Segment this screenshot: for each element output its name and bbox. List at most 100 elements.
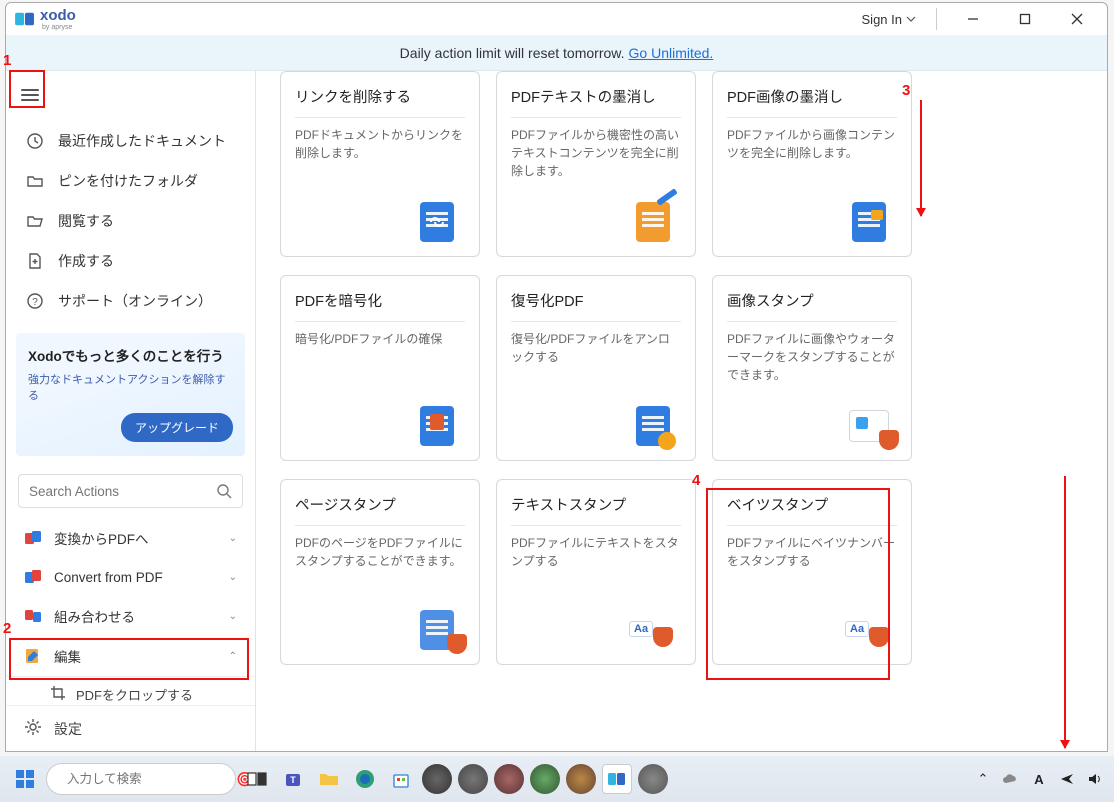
card-remove-links[interactable]: リンクを削除する PDFドキュメントからリンクを削除します。 [280, 71, 480, 257]
start-button[interactable] [10, 764, 40, 794]
store-icon[interactable] [386, 764, 416, 794]
app-name: xodo [40, 7, 76, 24]
promo-panel: Xodoでもっと多くのことを行う 強力なドキュメントアクションを解除する アップ… [16, 333, 245, 456]
taskbar-app-5[interactable] [566, 764, 596, 794]
text-stamp-icon: Aa [623, 606, 683, 654]
chevron-down-icon: ⌄ [229, 611, 237, 622]
category-label: 変換からPDFへ [54, 528, 149, 548]
card-desc: 暗号化/PDFファイルの確保 [295, 330, 465, 348]
card-desc: PDFのページをPDFファイルにスタンプすることができます。 [295, 534, 465, 570]
combine-icon [24, 607, 42, 625]
card-redact-text[interactable]: PDFテキストの墨消し PDFファイルから機密性の高いテキストコンテンツを完全に… [496, 71, 696, 257]
sign-in-button[interactable]: Sign In [856, 8, 922, 31]
category-label: 組み合わせる [54, 606, 135, 626]
convert-from-icon [24, 568, 42, 586]
card-redact-image[interactable]: PDF画像の墨消し PDFファイルから画像コンテンツを完全に削除します。 [712, 71, 912, 257]
system-tray[interactable]: ⌃ A [972, 756, 1106, 802]
category-convert-to-pdf[interactable]: 変換からPDFへ ⌄ [6, 518, 255, 558]
airplane-mode-icon[interactable] [1056, 768, 1078, 790]
svg-text:?: ? [32, 297, 38, 308]
card-page-stamp[interactable]: ページスタンプ PDFのページをPDFファイルにスタンプすることができます。 [280, 479, 480, 665]
taskbar-app-3[interactable] [494, 764, 524, 794]
ime-icon[interactable]: A [1028, 768, 1050, 790]
chevron-down-icon: ⌄ [229, 572, 237, 583]
xodo-taskbar-icon[interactable] [602, 764, 632, 794]
search-actions-box[interactable] [18, 474, 243, 508]
card-encrypt-pdf[interactable]: PDFを暗号化 暗号化/PDFファイルの確保 [280, 275, 480, 461]
category-convert-from-pdf[interactable]: Convert from PDF ⌄ [6, 558, 255, 596]
annotation-arrow-right [1064, 476, 1066, 748]
card-image-stamp[interactable]: 画像スタンプ PDFファイルに画像やウォーターマークをスタンプすることができます… [712, 275, 912, 461]
card-desc: PDFファイルから機密性の高いテキストコンテンツを完全に削除します。 [511, 126, 681, 180]
redact-image-icon [839, 198, 899, 246]
nav-label: 作成する [58, 251, 114, 271]
nav-label: 最近作成したドキュメント [58, 131, 226, 151]
close-button[interactable] [1055, 5, 1099, 33]
search-icon [216, 483, 232, 499]
convert-to-icon [24, 529, 42, 547]
taskbar-app-4[interactable] [530, 764, 560, 794]
sub-item-crop-pdf[interactable]: PDFをクロップする [6, 676, 255, 705]
taskbar-app-2[interactable] [458, 764, 488, 794]
nav-label: 閲覧する [58, 211, 114, 231]
card-grid: リンクを削除する PDFドキュメントからリンクを削除します。 PDFテキストの墨… [280, 71, 1083, 685]
card-decrypt-pdf[interactable]: 復号化PDF 復号化/PDFファイルをアンロックする [496, 275, 696, 461]
taskbar-app-1[interactable] [422, 764, 452, 794]
card-desc: 復号化/PDFファイルをアンロックする [511, 330, 681, 366]
card-title: リンクを削除する [295, 86, 465, 107]
card-desc: PDFファイルから画像コンテンツを完全に削除します。 [727, 126, 897, 162]
maximize-button[interactable] [1003, 5, 1047, 33]
card-title: PDF画像の墨消し [727, 86, 897, 107]
taskbar-search[interactable]: 🎯 [46, 763, 236, 795]
nav-create[interactable]: 作成する [6, 241, 255, 281]
nav-list: 最近作成したドキュメント ピンを付けたフォルダ 閲覧する 作成する ? サポート… [6, 117, 255, 325]
nav-pinned-folders[interactable]: ピンを付けたフォルダ [6, 161, 255, 201]
annotation-label-1: 1 [3, 52, 11, 69]
sub-item-label: PDFをクロップする [76, 685, 193, 704]
banner: Daily action limit will reset tomorrow. … [6, 35, 1107, 71]
main-content[interactable]: リンクを削除する PDFドキュメントからリンクを削除します。 PDFテキストの墨… [256, 71, 1107, 751]
minimize-button[interactable] [951, 5, 995, 33]
chevron-down-icon [906, 16, 916, 22]
teams-icon[interactable]: T [278, 764, 308, 794]
taskbar-app-6[interactable] [638, 764, 668, 794]
nav-settings[interactable]: 設定 [6, 705, 255, 751]
nav-label: ピンを付けたフォルダ [58, 171, 198, 191]
category-label: Convert from PDF [54, 570, 163, 585]
decrypt-icon [623, 402, 683, 450]
file-explorer-icon[interactable] [314, 764, 344, 794]
clock-icon [26, 132, 44, 150]
nav-label: サポート（オンライン） [58, 291, 212, 311]
nav-browse[interactable]: 閲覧する [6, 201, 255, 241]
remove-link-icon [407, 198, 467, 246]
promo-title: Xodoでもっと多くのことを行う [28, 345, 233, 365]
gear-icon [24, 718, 42, 739]
go-unlimited-link[interactable]: Go Unlimited. [629, 45, 714, 61]
card-title: PDFテキストの墨消し [511, 86, 681, 107]
edge-icon[interactable] [350, 764, 380, 794]
category-combine[interactable]: 組み合わせる ⌄ [6, 596, 255, 636]
svg-text:T: T [290, 775, 296, 785]
sign-in-label: Sign In [862, 12, 902, 27]
card-title: 画像スタンプ [727, 290, 897, 311]
upgrade-button[interactable]: アップグレード [121, 413, 233, 442]
taskbar-search-input[interactable] [67, 772, 228, 786]
nav-support[interactable]: ? サポート（オンライン） [6, 281, 255, 321]
search-input[interactable] [29, 484, 216, 499]
chevron-down-icon: ⌄ [229, 533, 237, 544]
tray-chevron-icon[interactable]: ⌃ [972, 768, 994, 790]
card-text-stamp[interactable]: テキストスタンプ PDFファイルにテキストをスタンプする Aa [496, 479, 696, 665]
task-view-button[interactable] [242, 764, 272, 794]
image-stamp-icon [839, 402, 899, 450]
annotation-label-3: 3 [902, 82, 910, 99]
onedrive-icon[interactable] [1000, 768, 1022, 790]
folder-open-icon [26, 212, 44, 230]
annotation-box-2 [9, 638, 249, 680]
annotation-box-4 [706, 488, 890, 680]
nav-recent-documents[interactable]: 最近作成したドキュメント [6, 121, 255, 161]
card-desc: PDFドキュメントからリンクを削除します。 [295, 126, 465, 162]
windows-taskbar[interactable]: 🎯 T ⌃ A [0, 756, 1114, 802]
volume-icon[interactable] [1084, 768, 1106, 790]
banner-text: Daily action limit will reset tomorrow. [400, 45, 625, 61]
annotation-box-1 [9, 70, 45, 108]
